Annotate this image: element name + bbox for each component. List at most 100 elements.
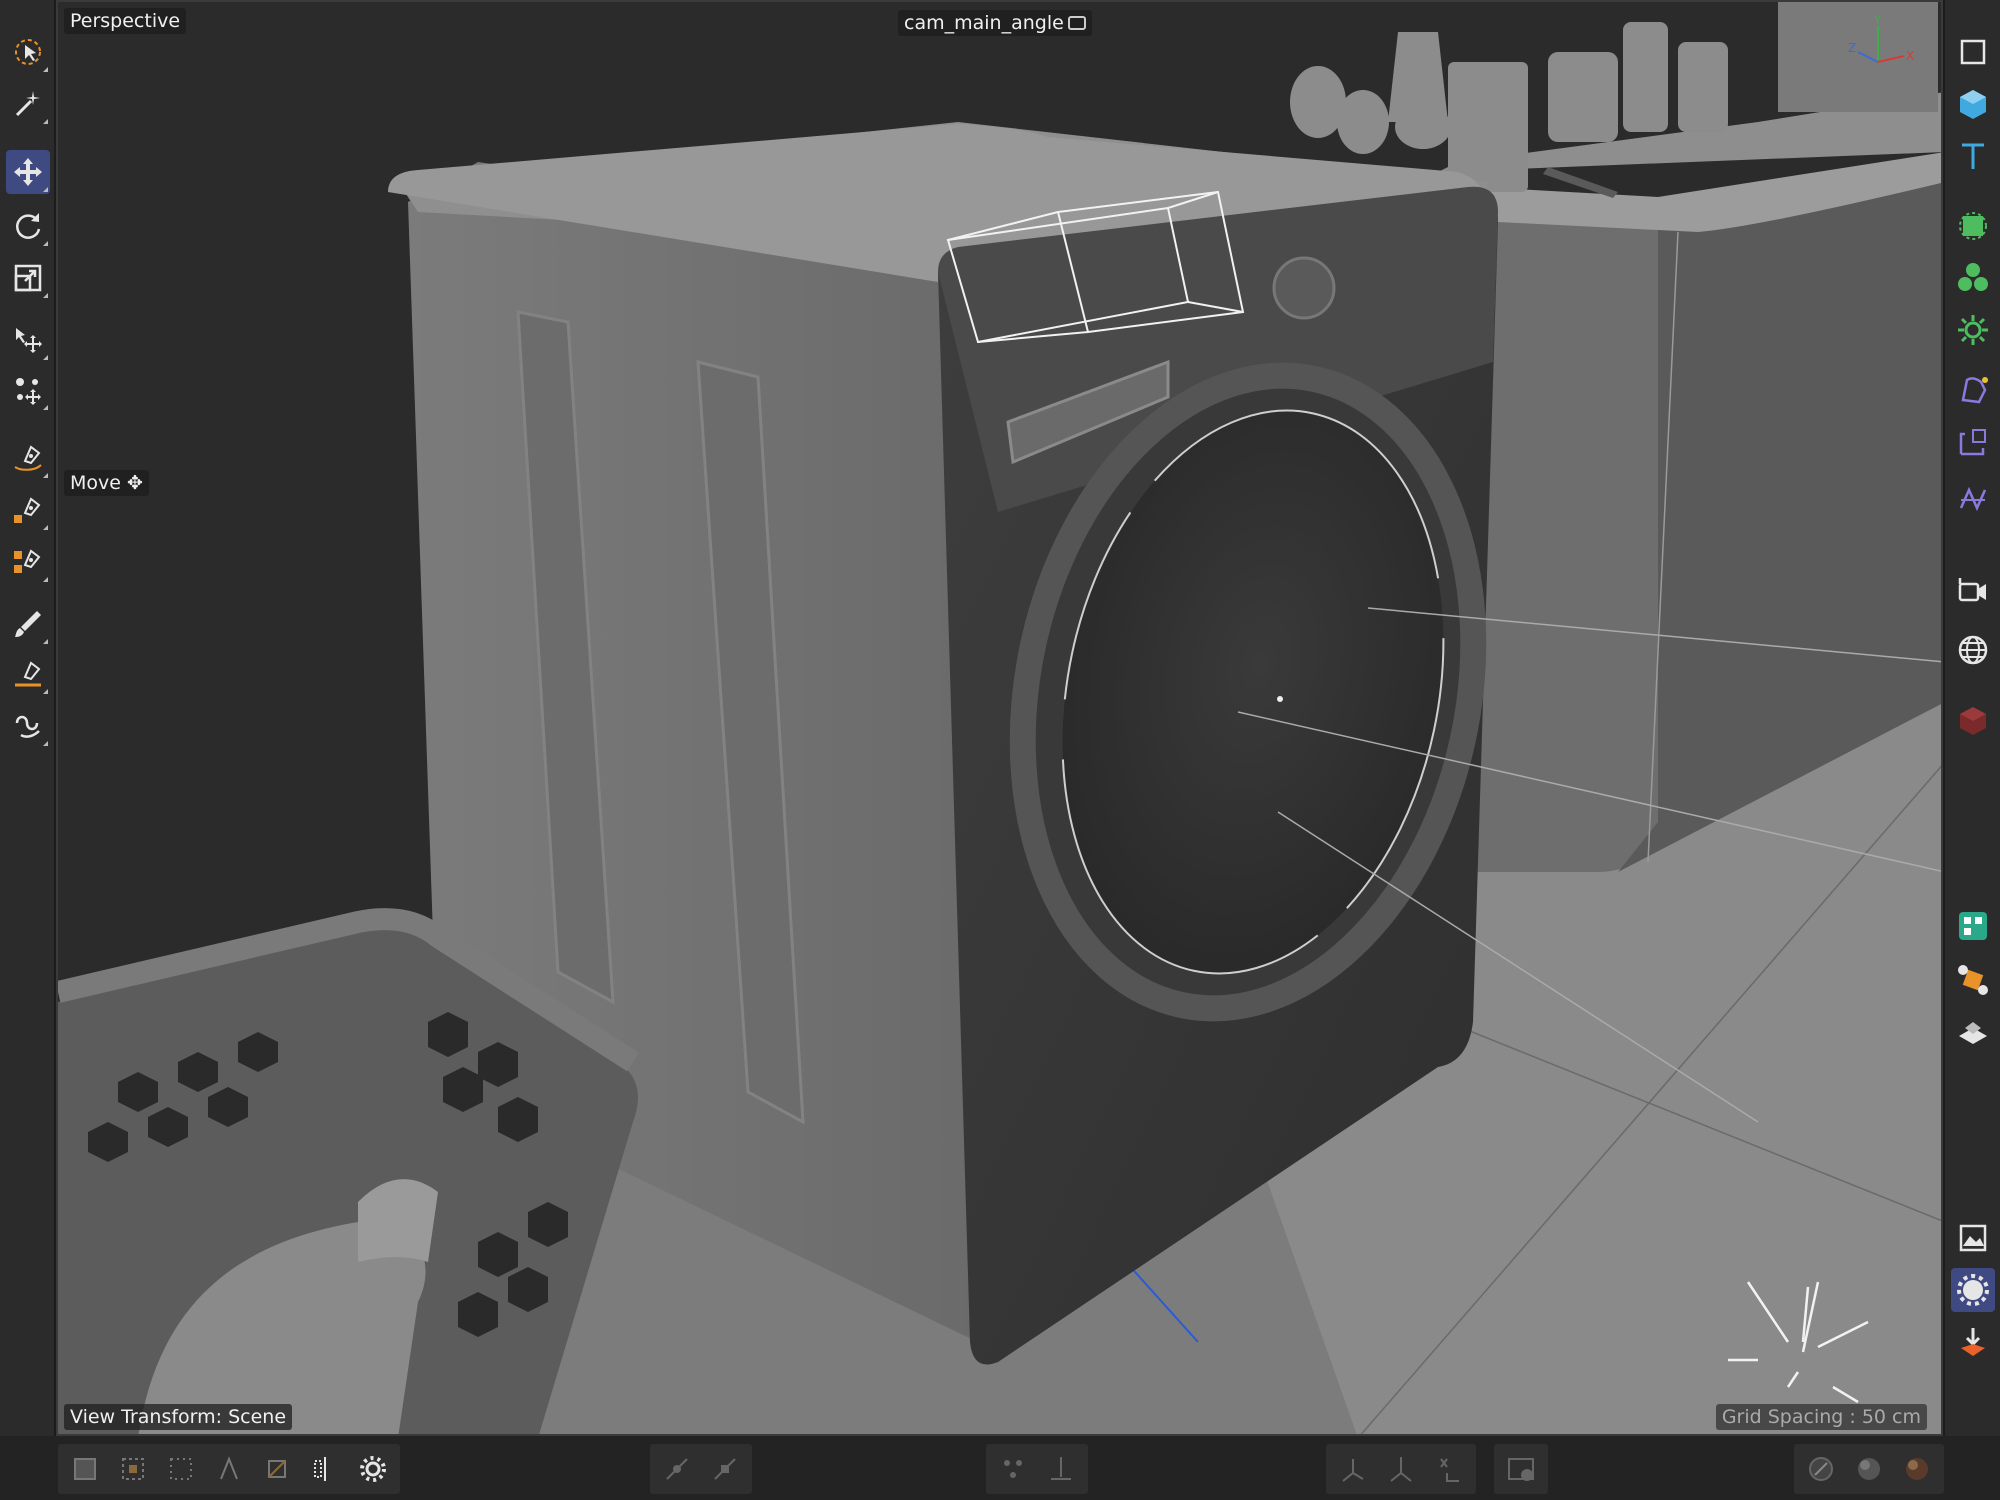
snap-icon [666, 1458, 688, 1480]
camera-name-label[interactable]: cam_main_angle [898, 10, 1092, 36]
laundry-basket [58, 908, 639, 1434]
scene-nodes-button[interactable] [1951, 904, 1995, 948]
edges-mode-button[interactable] [210, 1450, 248, 1488]
world-axis-icon: Y X Z [1848, 13, 1914, 63]
magic-wand-icon [15, 91, 40, 117]
snapping-group [650, 1444, 752, 1494]
spline-sketch-button[interactable] [6, 488, 50, 532]
axis-mode-button[interactable] [306, 1450, 344, 1488]
axis-y-lock-icon [1390, 1457, 1412, 1482]
live-selection-button[interactable] [6, 30, 50, 74]
environment-button[interactable] [1951, 628, 1995, 672]
shading-button[interactable] [1802, 1450, 1840, 1488]
arc-tool-button[interactable] [6, 704, 50, 748]
spline-sketch-icon [14, 497, 41, 523]
lock-y-button[interactable] [1382, 1450, 1420, 1488]
bottom-toolbar [0, 1436, 2000, 1500]
field-button[interactable] [1951, 420, 1995, 464]
axis-x-label: X [1906, 49, 1914, 63]
viewport-scene[interactable] [58, 2, 1943, 1436]
polygons-mode-icon [268, 1460, 286, 1478]
rotate-tool-button[interactable] [6, 204, 50, 248]
workplane-group [986, 1444, 1088, 1494]
points-mode-button[interactable] [162, 1450, 200, 1488]
camera-name-text: cam_main_angle [904, 12, 1064, 34]
scale-tool-button[interactable] [6, 256, 50, 300]
cube-icon [1960, 90, 1986, 119]
material-preview-button[interactable] [1898, 1450, 1936, 1488]
edge-pen-button[interactable] [6, 652, 50, 696]
selection-mode-group [58, 1444, 400, 1494]
deformer-button[interactable] [1951, 368, 1995, 412]
axis-y-label: Y [1873, 13, 1882, 27]
render-view-button[interactable] [1502, 1450, 1540, 1488]
picture-viewer-button[interactable] [1951, 1216, 1995, 1260]
3d-viewport[interactable]: Perspective cam_main_angle Move ✥ View T… [56, 0, 1943, 1436]
spline-smooth-button[interactable] [6, 540, 50, 584]
camera-icon [1958, 578, 1986, 602]
axis-lock-group [1326, 1444, 1476, 1494]
align-workplane-button[interactable] [1042, 1450, 1080, 1488]
magic-wand-button[interactable] [6, 82, 50, 126]
axis-x-lock-icon [1342, 1459, 1364, 1482]
dynamics-button[interactable] [1951, 958, 1995, 1002]
render-settings-button[interactable] [1951, 1268, 1995, 1312]
spline-pen-button[interactable] [6, 436, 50, 480]
cloner-button[interactable] [1951, 256, 1995, 300]
snap-button[interactable] [658, 1450, 696, 1488]
brush-tool-button[interactable] [6, 602, 50, 646]
quantize-button[interactable] [706, 1450, 744, 1488]
null-object-button[interactable] [1951, 30, 1995, 74]
grid-spacing-label: Grid Spacing : 50 cm [1715, 1404, 1927, 1430]
workplane-icon [1004, 1460, 1022, 1478]
redshift-button[interactable] [1951, 698, 1995, 742]
rotate-icon [16, 213, 41, 239]
left-toolbar [0, 0, 56, 1436]
render-view-group [1494, 1444, 1548, 1494]
spline-smooth-icon [14, 549, 41, 573]
soft-move-button[interactable] [6, 368, 50, 412]
effector-icon [1958, 315, 1988, 345]
effector-button[interactable] [1951, 308, 1995, 352]
coordinate-system-button[interactable] [1430, 1450, 1468, 1488]
subdivision-button[interactable] [1951, 204, 1995, 248]
render-button[interactable] [1951, 1320, 1995, 1364]
workplane-button[interactable] [994, 1450, 1032, 1488]
move-tool-button[interactable] [6, 150, 50, 194]
material-preview-icon [1906, 1458, 1928, 1480]
arc-icon [15, 715, 40, 738]
settings-button[interactable] [354, 1450, 392, 1488]
polygons-mode-button[interactable] [258, 1450, 296, 1488]
axis-z-label: Z [1848, 41, 1856, 55]
mesh-mode-icon [122, 1458, 144, 1480]
brush-icon [15, 611, 41, 637]
deformer-icon [1961, 377, 1988, 404]
floor-icon [1959, 1022, 1987, 1044]
volume-button[interactable] [1951, 478, 1995, 522]
text-object-button[interactable] [1951, 134, 1995, 178]
display-button[interactable] [1850, 1450, 1888, 1488]
edge-pen-icon [15, 661, 41, 687]
text-icon [1962, 143, 1984, 169]
camera-link-icon [1067, 16, 1086, 30]
viewport-title[interactable]: Perspective [64, 8, 187, 34]
gear-icon [360, 1456, 386, 1482]
points-mode-icon [170, 1458, 192, 1480]
spline-pen-icon [14, 445, 42, 471]
active-tool-text: Move [70, 472, 121, 494]
floor-button[interactable] [1951, 1010, 1995, 1054]
move-small-icon: ✥ [127, 472, 143, 494]
lock-x-button[interactable] [1334, 1450, 1372, 1488]
transform-tool-button[interactable] [6, 318, 50, 362]
camera-button[interactable] [1951, 568, 1995, 612]
mesh-mode-button[interactable] [114, 1450, 152, 1488]
coordinate-system-icon [1440, 1458, 1459, 1482]
cloner-icon [1958, 263, 1988, 291]
model-mode-button[interactable] [66, 1450, 104, 1488]
move-icon [14, 158, 42, 186]
cube-button[interactable] [1951, 82, 1995, 126]
picture-viewer-icon [1959, 1224, 1987, 1252]
null-object-icon [1960, 39, 1986, 65]
soft-move-icon [16, 378, 41, 405]
scene-nodes-icon [1959, 912, 1987, 940]
